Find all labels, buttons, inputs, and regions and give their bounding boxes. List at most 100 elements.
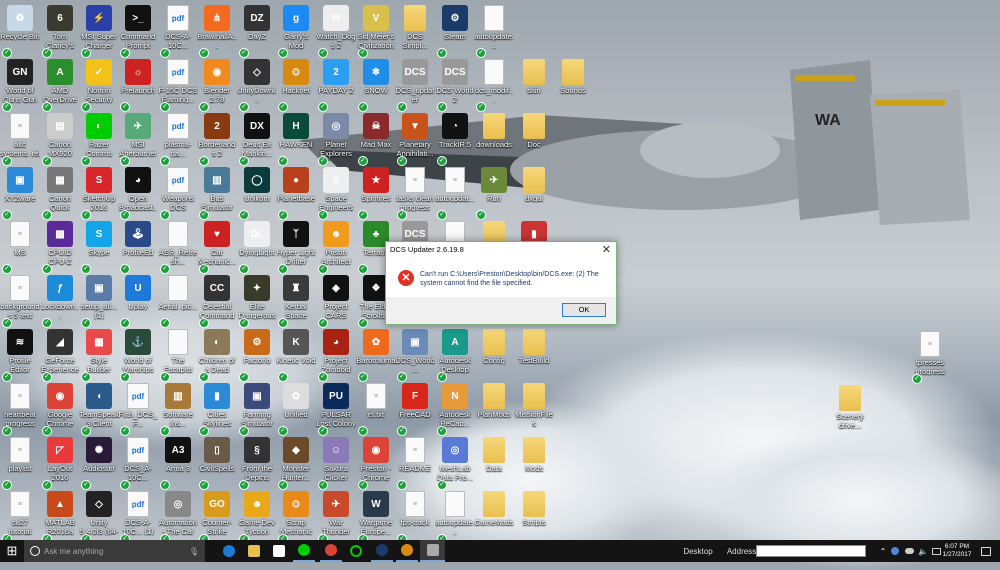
action-center-icon[interactable] xyxy=(975,540,997,562)
microphone-icon[interactable]: 🎙 xyxy=(189,547,199,556)
desktop-icon[interactable]: ⊙ ✓ Scrap Mechanic xyxy=(276,488,316,544)
desktop-icon[interactable]: ⚡ ✓ MSI Super Charger xyxy=(79,2,119,58)
desktop-icon[interactable]: ✓ Aerial_pic... xyxy=(158,272,198,328)
desktop-icon[interactable]: A✓Autodesk Desktop App xyxy=(435,326,475,382)
desktop-icon[interactable]: ♜✓Kerbal Space Program xyxy=(276,272,316,328)
desktop-icon[interactable]: ▤✓Canon MX920 ser... xyxy=(40,110,80,166)
desktop-icon[interactable]: pdf ✓ F-15C DCS Flaming... xyxy=(158,56,198,112)
desktop-icon[interactable]: PU ✓ PULSAR Lost Colony xyxy=(316,380,356,436)
desktop-icon[interactable]: 6✓Tom Clancy's Rainbow Si... xyxy=(40,2,80,58)
desktop-icon[interactable]: ☼ ✓ Prelaunch xyxy=(118,56,158,112)
desktop-icon[interactable]: ⊙ ✓ Hacknet xyxy=(276,56,316,112)
desktop-icon[interactable]: ✦ ✓ Elite Dangerous xyxy=(237,272,277,328)
desktop-icon[interactable]: ◯ ✓ Unikom xyxy=(237,164,277,220)
desktop-icon[interactable]: ◔ ✓ TrackIR 5 xyxy=(435,110,475,166)
desktop-icon[interactable]: dxgui xyxy=(514,164,554,218)
desktop-icon[interactable]: ≡ ✓ su27 tutorial xyxy=(0,488,40,544)
desktop-icon[interactable]: 🕹 ✓ ProfileEd xyxy=(118,218,158,274)
desktop-icon[interactable]: CC ✓ Celestial Command xyxy=(197,272,237,328)
desktop-icon[interactable]: ✈ ✓ Run xyxy=(474,164,514,220)
desktop-icon[interactable]: ◈ ✓ Project CARS xyxy=(316,272,356,328)
desktop-icon[interactable]: W ✓ Wargame Europe... xyxy=(356,488,396,544)
desktop-icon[interactable]: ▣ ✓ setup_all... (1) xyxy=(79,272,119,328)
desktop-icon[interactable]: g ✓ Garry's Mod xyxy=(276,2,316,58)
desktop-icon[interactable]: ▥ ✓ Software Ins... xyxy=(158,380,198,436)
search-box[interactable]: Ask me anything 🎙 xyxy=(24,540,205,562)
steam-tray-icon[interactable] xyxy=(888,540,902,562)
desktop-icon[interactable]: Sounds xyxy=(553,56,593,110)
desktop-icon[interactable]: ⚙ ✓ Steam xyxy=(435,2,475,58)
desktop-icon[interactable]: S ✓ Skype xyxy=(79,218,119,274)
desktop-icon[interactable]: pdf✓Weapons DCS A10C... xyxy=(158,164,198,220)
desktop-icon[interactable]: downloads xyxy=(474,110,514,164)
desktop-icon[interactable]: ▯ ✓ CivilSpells xyxy=(197,434,237,490)
desktop-icon[interactable]: ◉ ✓ Google Chrome xyxy=(40,380,80,436)
dcs-updater-icon[interactable] xyxy=(420,540,445,562)
desktop-icon[interactable]: skin xyxy=(514,56,554,110)
desktop-toolbar[interactable]: Desktop xyxy=(683,540,712,562)
razer-cloud-icon[interactable] xyxy=(293,540,315,562)
show-hidden-icons-chevron[interactable]: ⌃ xyxy=(878,540,888,562)
desktop-icon[interactable]: ≡ ✓ README xyxy=(395,434,435,490)
desktop-icon[interactable]: ⚓ ✓ World of Warships xyxy=(118,326,158,382)
close-button[interactable]: ✕ xyxy=(602,243,611,256)
desktop-icon[interactable]: ▲ ✓ MATLAB R2016a xyxy=(40,488,80,544)
desktop-icon[interactable]: ◢ ✓ GeForce Experience xyxy=(40,326,80,382)
desktop-icon[interactable]: ⚙ ✓ Factorio xyxy=(237,326,277,382)
desktop-icon[interactable]: S ✓ SketchUp 2016 xyxy=(79,164,119,220)
desktop-icon[interactable]: Data xyxy=(474,434,514,488)
desktop-icon[interactable]: ◸ ✓ LayOut 2016 xyxy=(40,434,80,490)
start-button[interactable]: ⊞ xyxy=(0,540,24,562)
desktop-icon[interactable]: >_ ✓ Command Prompt xyxy=(118,2,158,58)
desktop-icon[interactable]: 2 ✓ PAYDAY 2 xyxy=(316,56,356,112)
desktop-icon[interactable]: DCS✓DCS World 2 OpenAlpha xyxy=(435,56,475,112)
desktop-icon[interactable]: A ✓ AMD OverDrive xyxy=(40,56,80,112)
desktop-icon[interactable]: A3 ✓ Arma 3 xyxy=(158,434,198,490)
desktop-icon[interactable]: ≋ ✓ Profile Editor xyxy=(0,326,40,382)
desktop-icon[interactable]: ▮ ✓ Cities Skylines xyxy=(197,380,237,436)
desktop-icon[interactable]: ◖ ✓ TeamSpeak 3 Client xyxy=(79,380,119,436)
clock[interactable]: 6:07 PM 1/27/2017 xyxy=(943,540,972,562)
desktop-icon[interactable]: ◕✓Open Broadcast... xyxy=(118,164,158,220)
desktop-icon[interactable]: GO✓Counter-Strike Global Offe... xyxy=(197,488,237,544)
desktop-icon[interactable]: DX ✓ Deus Ex Mankin... xyxy=(237,110,277,166)
desktop-icon[interactable]: ◉ ✓ Preston - Chrome xyxy=(356,434,396,490)
edge-icon[interactable] xyxy=(218,540,240,562)
desktop-icon[interactable]: ≡ ✓ tpresses progress xyxy=(910,328,950,384)
desktop-icon[interactable]: ƒ ✓ Lockdown... xyxy=(40,272,80,328)
desktop-icon[interactable]: DCS ✓ DCS_updater xyxy=(395,56,435,112)
desktop-icon[interactable]: ☺ ✓ Sakura Clicker xyxy=(316,434,356,490)
desktop-icon[interactable]: pdf ✓ Fifth_DCS_F... xyxy=(118,380,158,436)
desktop-icon[interactable]: pdf ✓ DCS_A-10C... xyxy=(118,434,158,490)
desktop-icon[interactable]: ✓ autoupdate... xyxy=(435,488,475,544)
desktop-icon[interactable]: ▣ ✓ XYZware xyxy=(0,164,40,220)
desktop-icon[interactable]: ☻ ✓ Prison Architect xyxy=(316,218,356,274)
desktop-icon[interactable]: ◎ ✓ MeshLab Data Pro... xyxy=(435,434,475,490)
desktop-icon[interactable]: ✈ ✓ War Thunder xyxy=(316,488,356,544)
desktop-icon[interactable]: GN✓World of Guns Gun Disa... xyxy=(0,56,40,112)
desktop-icon[interactable]: ✓ dcs_modif... xyxy=(474,56,514,112)
ok-button[interactable]: OK xyxy=(562,303,606,317)
desktop-icon[interactable]: ≡ ✓ playlist xyxy=(0,434,40,490)
desktop-icon[interactable]: ✓ ✓ Norton Security xyxy=(79,56,119,112)
desktop-icon[interactable]: ✓The Escapist Ancients xyxy=(158,326,198,382)
desktop-icon[interactable]: ✿ ✓ Barotrauma xyxy=(356,326,396,382)
desktop-icon[interactable]: ◇✓Unity 5.4.0f3 (64-bit) xyxy=(79,488,119,544)
desktop-icon[interactable]: ⋔ ✓ BrawlhallA... xyxy=(197,2,237,58)
desktop-icon[interactable]: ≡✓altc systems_relnts... xyxy=(0,110,40,166)
desktop-icon[interactable]: pdf ✓ DCS-A-10C... xyxy=(158,2,198,58)
desktop-icon[interactable]: pdf ✓ DCS-A-10C... (1) xyxy=(118,488,158,544)
desktop-icon[interactable]: ★ ✓ Spintires xyxy=(356,164,396,220)
chrome-icon[interactable] xyxy=(320,540,342,562)
desktop-icon[interactable]: W ✓ Watch_Dogs 2 xyxy=(316,2,356,58)
desktop-icon[interactable]: ≡ ✓ autoupdat... xyxy=(435,164,475,220)
desktop-icon[interactable]: DL ✓ DyingLight xyxy=(237,218,277,274)
desktop-icon[interactable]: ≡ ✓ fps-track xyxy=(395,488,435,544)
desktop-icon[interactable]: U ✓ Uplay xyxy=(118,272,158,328)
desktop-icon[interactable]: ♻ ✓ Recycle Bin xyxy=(0,2,40,58)
desktop-icon[interactable]: ≡ ✓ heartbeat progress xyxy=(0,380,40,436)
desktop-icon[interactable]: ✈ ✓ MSI Afterburner xyxy=(118,110,158,166)
desktop-icon[interactable]: ♙ ✓ Space Engineers xyxy=(316,164,356,220)
desktop-icon[interactable]: ᛉ ✓ Hyper Light Drifter xyxy=(276,218,316,274)
razer-synapse-icon[interactable] xyxy=(345,540,367,562)
